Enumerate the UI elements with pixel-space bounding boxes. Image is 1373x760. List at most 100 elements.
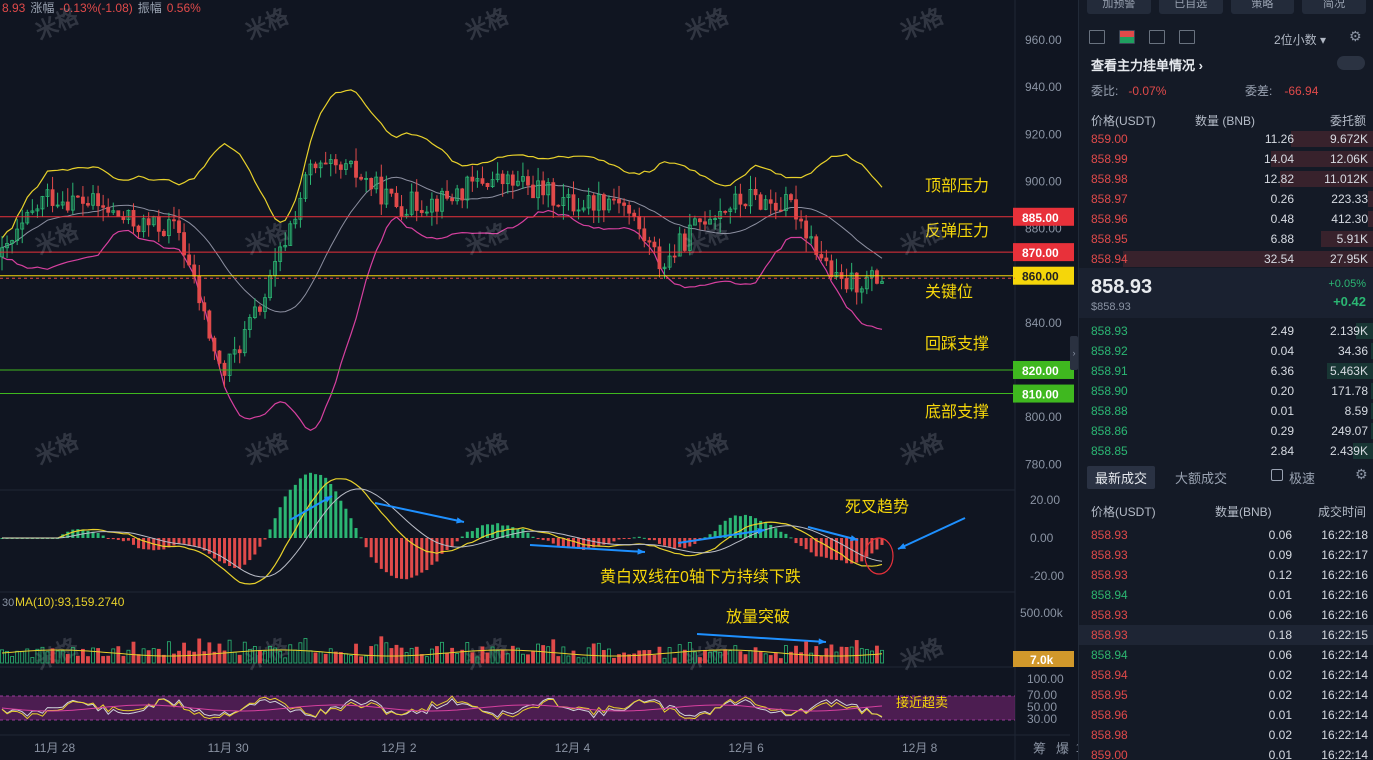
volume-bar bbox=[859, 648, 864, 664]
macd-histogram-bar bbox=[824, 538, 828, 558]
top-buttons: 加预警 已自选 策略 简况 bbox=[1087, 0, 1366, 14]
summary-button[interactable]: 简况 bbox=[1302, 0, 1366, 14]
trade-row[interactable]: 859.00 0.01 16:22:14 bbox=[1079, 745, 1373, 760]
volume-bar bbox=[642, 650, 647, 664]
trade-row[interactable]: 858.95 0.02 16:22:14 bbox=[1079, 685, 1373, 705]
macd-histogram-bar bbox=[131, 538, 136, 545]
ask-row[interactable]: 859.00 11.26 9.672K bbox=[1079, 129, 1373, 149]
volume-bar bbox=[313, 652, 318, 664]
candle-body bbox=[394, 192, 399, 207]
ask-row[interactable]: 858.94 32.54 27.95K bbox=[1079, 249, 1373, 269]
trade-row[interactable]: 858.93 0.06 16:22:18 bbox=[1079, 525, 1373, 545]
decimal-select[interactable]: 2位小数 ▾ bbox=[1274, 31, 1326, 48]
volume-bar bbox=[394, 644, 399, 664]
candle-body bbox=[743, 203, 748, 207]
macd-histogram-bar bbox=[369, 538, 373, 558]
trade-row[interactable]: 858.93 0.09 16:22:17 bbox=[1079, 545, 1373, 565]
strategy-button[interactable]: 策略 bbox=[1230, 0, 1295, 14]
volume-bar bbox=[374, 644, 379, 664]
both-sides-view-icon[interactable] bbox=[1119, 30, 1135, 44]
bid-qty: 2.84 bbox=[1270, 444, 1294, 458]
bid-row[interactable]: 858.85 2.84 2.439K bbox=[1079, 441, 1373, 461]
panel-collapse-handle[interactable]: › bbox=[1070, 336, 1078, 370]
watermark-text: 米格 bbox=[242, 218, 293, 260]
main-holdings-toggle[interactable] bbox=[1337, 56, 1365, 70]
candle-body bbox=[485, 183, 490, 187]
ask-row[interactable]: 858.96 0.48 412.30 bbox=[1079, 209, 1373, 229]
depth-bar bbox=[1368, 211, 1373, 227]
candle-body bbox=[819, 254, 824, 259]
chip-distribution-icon: 筹 bbox=[1033, 741, 1046, 756]
last-price: 858.93 bbox=[1091, 276, 1153, 298]
last-price-block: 858.93 $858.93 +0.05% +0.42 bbox=[1079, 268, 1373, 318]
trade-row[interactable]: 858.93 0.18 16:22:15 bbox=[1079, 625, 1373, 645]
annotation-arrow bbox=[897, 517, 966, 550]
trade-row[interactable]: 858.93 0.06 16:22:16 bbox=[1079, 605, 1373, 625]
rsi-note: 接近超卖 bbox=[896, 695, 948, 710]
bid-total: 2.439K bbox=[1329, 444, 1368, 458]
macd-histogram-bar bbox=[587, 538, 591, 549]
trade-row[interactable]: 858.94 0.01 16:22:16 bbox=[1079, 585, 1373, 605]
add-alert-button[interactable]: 加预警 bbox=[1087, 0, 1151, 14]
trade-row[interactable]: 858.94 0.06 16:22:14 bbox=[1079, 645, 1373, 665]
tab-latest-trades[interactable]: 最新成交 bbox=[1087, 466, 1156, 489]
trade-row[interactable]: 858.96 0.01 16:22:14 bbox=[1079, 705, 1373, 725]
volume-bar bbox=[561, 646, 566, 664]
watermark-text: 米格 bbox=[462, 218, 513, 260]
bid-row[interactable]: 858.86 0.29 249.07 bbox=[1079, 421, 1373, 441]
price-chart[interactable]: 8.93 涨幅 -0.13%(-1.08) 振幅 0.56%960.00940.0092… bbox=[0, 0, 1078, 760]
ask-total: 9.672K bbox=[1329, 132, 1368, 146]
order-difference: 委差: -66.94 bbox=[1245, 84, 1319, 98]
macd-histogram-bar bbox=[359, 537, 363, 539]
gear-icon[interactable]: ⚙ bbox=[1355, 466, 1368, 483]
volume-current-value: 7.0k bbox=[1030, 653, 1054, 667]
volume-bar bbox=[531, 651, 535, 664]
bid-row[interactable]: 858.88 0.01 8.59 bbox=[1079, 401, 1373, 421]
volume-ma-label: MA(10):93,159.2740 bbox=[15, 595, 125, 609]
volume-bar bbox=[343, 653, 348, 664]
ask-row[interactable]: 858.98 12.82 11.012K bbox=[1079, 169, 1373, 189]
asks-view-icon[interactable] bbox=[1179, 30, 1195, 44]
macd-histogram-bar bbox=[668, 538, 672, 547]
ask-row[interactable]: 858.95 6.88 5.91K bbox=[1079, 229, 1373, 249]
candle-body bbox=[612, 198, 616, 201]
volume-bar bbox=[864, 648, 869, 664]
bid-row[interactable]: 858.91 6.36 5.463K bbox=[1079, 361, 1373, 381]
chevron-down-icon: ▾ bbox=[1320, 33, 1327, 47]
candle-body bbox=[359, 176, 363, 180]
candle-body bbox=[571, 194, 576, 212]
volume-bar bbox=[202, 651, 207, 664]
volume-bar bbox=[768, 655, 773, 664]
bid-row[interactable]: 858.90 0.20 171.78 bbox=[1079, 381, 1373, 401]
volume-bar bbox=[359, 656, 363, 664]
trade-qty: 0.12 bbox=[1268, 568, 1292, 582]
back-icon[interactable] bbox=[1089, 30, 1105, 44]
liquidation-icon: 爆 bbox=[1056, 741, 1069, 756]
trade-row[interactable]: 858.98 0.02 16:22:14 bbox=[1079, 725, 1373, 745]
macd-histogram-bar bbox=[420, 538, 424, 573]
volume-bar bbox=[293, 649, 298, 664]
price-axis-label: 960.00 bbox=[1025, 33, 1062, 47]
candle-body bbox=[450, 197, 455, 202]
volume-bar bbox=[81, 648, 85, 664]
trade-row[interactable]: 858.94 0.02 16:22:14 bbox=[1079, 665, 1373, 685]
candle-body bbox=[101, 205, 106, 208]
watchlist-button[interactable]: 已自选 bbox=[1158, 0, 1223, 14]
ask-row[interactable]: 858.97 0.26 223.33 bbox=[1079, 189, 1373, 209]
macd-histogram-bar bbox=[491, 524, 495, 538]
volume-bar bbox=[111, 648, 116, 664]
trade-row[interactable]: 858.93 0.12 16:22:16 bbox=[1079, 565, 1373, 585]
macd-histogram-bar bbox=[400, 538, 404, 579]
fast-mode-checkbox[interactable] bbox=[1271, 469, 1283, 481]
bid-row[interactable]: 858.93 2.49 2.139K bbox=[1079, 321, 1373, 341]
tab-large-trades[interactable]: 大额成交 bbox=[1175, 468, 1227, 487]
candle-body bbox=[106, 206, 111, 213]
bids-view-icon[interactable] bbox=[1149, 30, 1165, 44]
bollinger-lower bbox=[1, 209, 883, 431]
level-label: 底部支撑 bbox=[925, 403, 989, 421]
macd-histogram-bar bbox=[617, 538, 621, 540]
gear-icon[interactable]: ⚙ bbox=[1349, 28, 1362, 45]
ask-row[interactable]: 858.99 14.04 12.06K bbox=[1079, 149, 1373, 169]
main-holdings-link[interactable]: 查看主力挂单情况 › bbox=[1091, 55, 1203, 74]
bid-row[interactable]: 858.92 0.04 34.36 bbox=[1079, 341, 1373, 361]
